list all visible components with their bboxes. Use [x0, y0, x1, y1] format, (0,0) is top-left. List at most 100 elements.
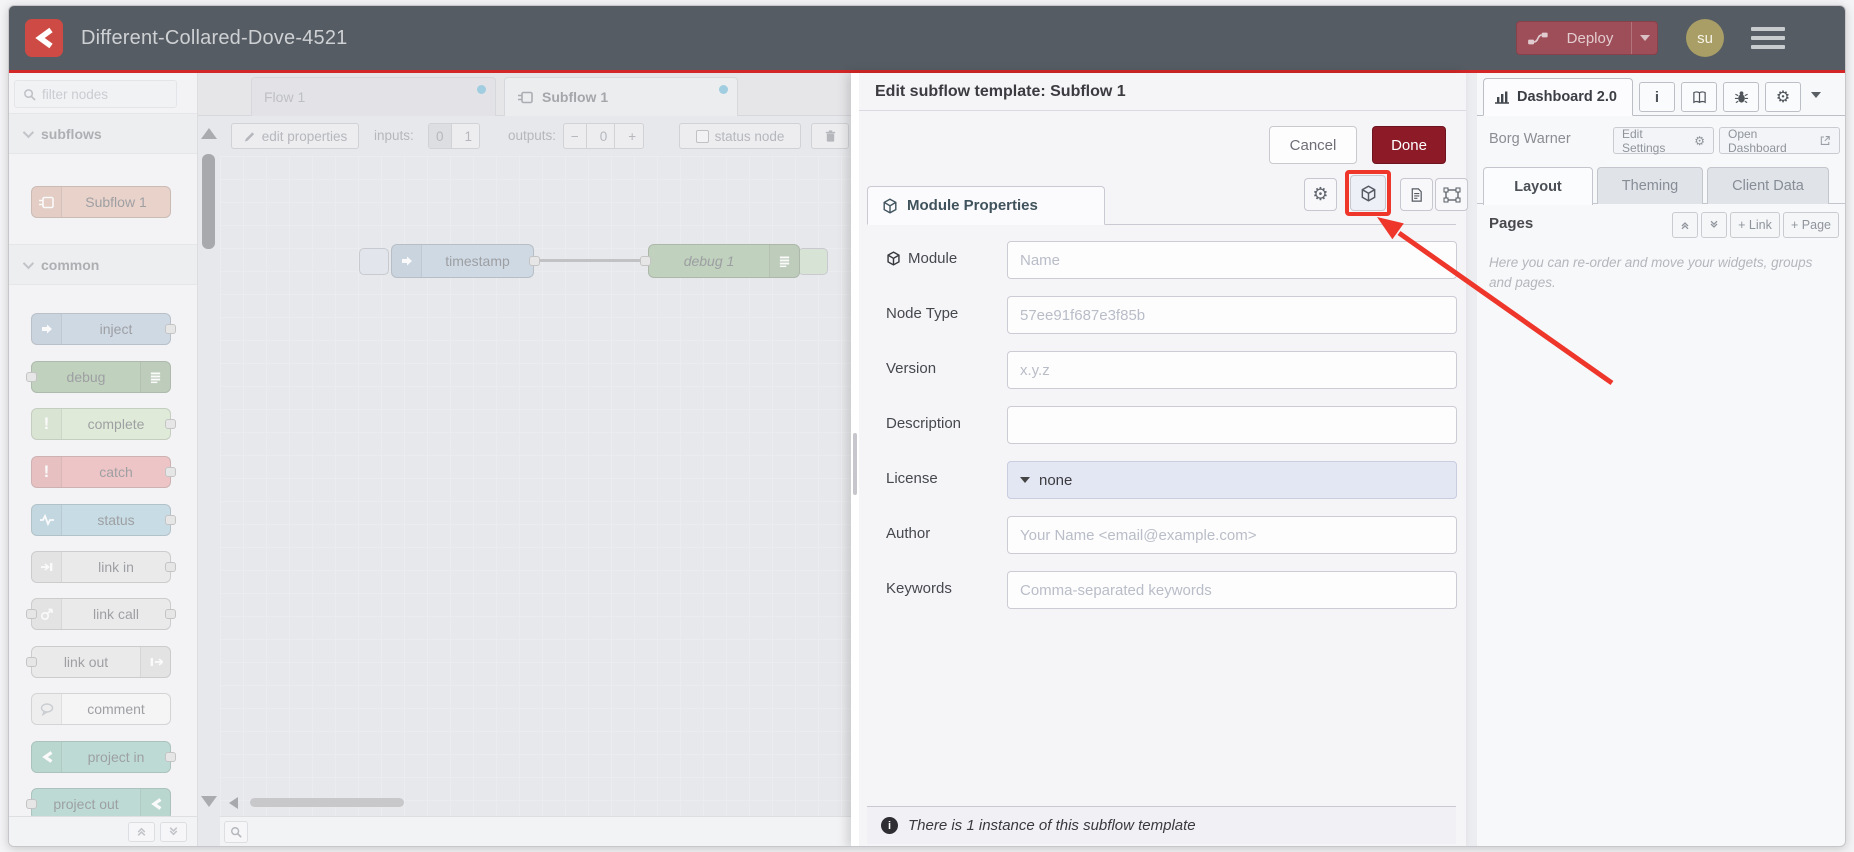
- node-port[interactable]: [165, 324, 176, 334]
- description-input[interactable]: [1007, 406, 1457, 444]
- tab-theming[interactable]: Theming: [1597, 167, 1703, 204]
- canvas-node-debug-1[interactable]: debug 1: [648, 244, 800, 278]
- module-input[interactable]: [1007, 241, 1457, 279]
- palette-node-status[interactable]: status: [31, 504, 176, 536]
- add-page-button[interactable]: + Page: [1783, 212, 1839, 238]
- license-select[interactable]: none: [1007, 461, 1457, 499]
- double-chevron-down-icon: [1710, 220, 1718, 228]
- edit-properties-button[interactable]: edit properties: [231, 123, 359, 149]
- canvas-node-timestamp[interactable]: timestamp: [391, 244, 534, 278]
- debug-lines-icon: [769, 245, 799, 277]
- status-node-checkbox[interactable]: status node: [679, 123, 801, 149]
- main-menu-button[interactable]: [1751, 27, 1785, 49]
- tab-module-properties[interactable]: Module Properties: [867, 186, 1105, 225]
- node-port[interactable]: [165, 562, 176, 572]
- edit-subflow-tray: Edit subflow template: Subflow 1 Cancel …: [851, 73, 1468, 846]
- scrollbar-thumb[interactable]: [250, 798, 404, 807]
- inject-run-button[interactable]: [359, 248, 389, 275]
- module-properties-tab-button[interactable]: [1350, 175, 1386, 211]
- keywords-input[interactable]: [1007, 571, 1457, 609]
- outputs-stepper[interactable]: − 0 +: [563, 123, 644, 149]
- palette-section-subflows[interactable]: subflows: [9, 113, 197, 154]
- done-button[interactable]: Done: [1372, 126, 1446, 164]
- palette-node-comment[interactable]: comment: [31, 693, 171, 725]
- canvas-search-button[interactable]: [224, 820, 248, 843]
- tab-dashboard-2[interactable]: Dashboard 2.0: [1483, 78, 1633, 116]
- scroll-up-icon[interactable]: [201, 128, 217, 139]
- edit-properties-tab-button[interactable]: ⚙: [1304, 178, 1337, 211]
- cancel-button[interactable]: Cancel: [1269, 126, 1357, 164]
- annotation-highlight-box: [1345, 170, 1391, 216]
- node-port[interactable]: [165, 467, 176, 477]
- tab-client-data[interactable]: Client Data: [1707, 167, 1829, 204]
- node-type-input[interactable]: [1007, 296, 1457, 334]
- palette-node-link-out[interactable]: link out: [26, 646, 171, 678]
- subflow-icon: [32, 187, 62, 217]
- open-dashboard-button[interactable]: Open Dashboard: [1719, 127, 1840, 155]
- scroll-left-icon[interactable]: [229, 797, 238, 809]
- add-link-button[interactable]: + Link: [1730, 212, 1780, 238]
- move-up-button[interactable]: [1672, 212, 1698, 238]
- palette-search[interactable]: [14, 80, 177, 108]
- node-port[interactable]: [165, 419, 176, 429]
- inputs-toggle[interactable]: 0 1: [428, 123, 480, 149]
- description-tab-button[interactable]: [1400, 178, 1433, 211]
- debug-tab-button[interactable]: [1723, 82, 1759, 112]
- node-port[interactable]: [165, 515, 176, 525]
- move-down-button[interactable]: [1701, 212, 1727, 238]
- node-port[interactable]: [165, 609, 176, 619]
- node-port[interactable]: [26, 609, 37, 619]
- node-port[interactable]: [165, 752, 176, 762]
- node-port[interactable]: [26, 657, 37, 667]
- palette-scrollbar[interactable]: [198, 116, 220, 816]
- inputs-option-0[interactable]: 0: [429, 124, 452, 148]
- palette-expand-all-button[interactable]: [160, 821, 187, 842]
- wire[interactable]: [538, 259, 646, 262]
- deploy-options-button[interactable]: [1631, 22, 1657, 54]
- palette-node-inject[interactable]: inject: [31, 313, 176, 345]
- filter-nodes-input[interactable]: [42, 86, 162, 102]
- user-avatar[interactable]: su: [1686, 19, 1724, 57]
- palette-node-subflow-1[interactable]: Subflow 1: [31, 186, 171, 218]
- delete-subflow-button[interactable]: [811, 123, 849, 149]
- keywords-field-label: Keywords: [886, 580, 952, 597]
- modified-dot: [719, 85, 728, 94]
- palette-node-debug[interactable]: debug: [26, 361, 171, 393]
- palette-section-common[interactable]: common: [9, 244, 197, 285]
- double-chevron-up-icon: [1681, 222, 1689, 230]
- palette-node-link-call[interactable]: link call: [26, 598, 176, 630]
- author-field-label: Author: [886, 525, 931, 542]
- scrollbar-thumb[interactable]: [202, 154, 215, 249]
- appearance-tab-button[interactable]: [1435, 178, 1468, 211]
- palette-node-link-in[interactable]: link in: [31, 551, 176, 583]
- help-tab-button[interactable]: [1681, 82, 1717, 112]
- node-port[interactable]: [26, 372, 37, 382]
- version-input[interactable]: [1007, 351, 1457, 389]
- config-tab-button[interactable]: ⚙: [1765, 82, 1801, 112]
- palette-node-catch[interactable]: ! catch: [31, 456, 176, 488]
- node-port[interactable]: [26, 799, 37, 809]
- palette-node-project-in[interactable]: project in: [31, 741, 176, 773]
- palette-node-complete[interactable]: ! complete: [31, 408, 176, 440]
- inputs-option-1[interactable]: 1: [458, 124, 480, 148]
- outputs-minus-button[interactable]: −: [564, 124, 587, 148]
- dashboard-header-row: Borg Warner Edit Settings ⚙ Open Dashboa…: [1477, 116, 1845, 163]
- sidebar-menu-caret[interactable]: [1811, 92, 1821, 98]
- search-icon: [230, 826, 242, 838]
- palette-collapse-all-button[interactable]: [128, 821, 155, 842]
- deploy-button[interactable]: Deploy: [1516, 21, 1658, 55]
- comment-bubble-icon: [32, 694, 62, 724]
- debug-toggle-button[interactable]: [798, 248, 828, 275]
- author-input[interactable]: [1007, 516, 1457, 554]
- tab-flow-1[interactable]: Flow 1: [251, 77, 496, 116]
- node-port[interactable]: [640, 256, 651, 266]
- outputs-plus-button[interactable]: +: [621, 124, 643, 148]
- info-tab-button[interactable]: i: [1639, 82, 1675, 112]
- node-port[interactable]: [529, 256, 540, 266]
- edit-settings-button[interactable]: Edit Settings ⚙: [1613, 127, 1714, 155]
- document-icon: [1411, 187, 1422, 202]
- tab-subflow-1[interactable]: Subflow 1: [504, 77, 738, 116]
- scroll-down-icon[interactable]: [201, 796, 217, 807]
- tab-layout[interactable]: Layout: [1483, 167, 1593, 205]
- tray-resize-handle[interactable]: [853, 433, 857, 495]
